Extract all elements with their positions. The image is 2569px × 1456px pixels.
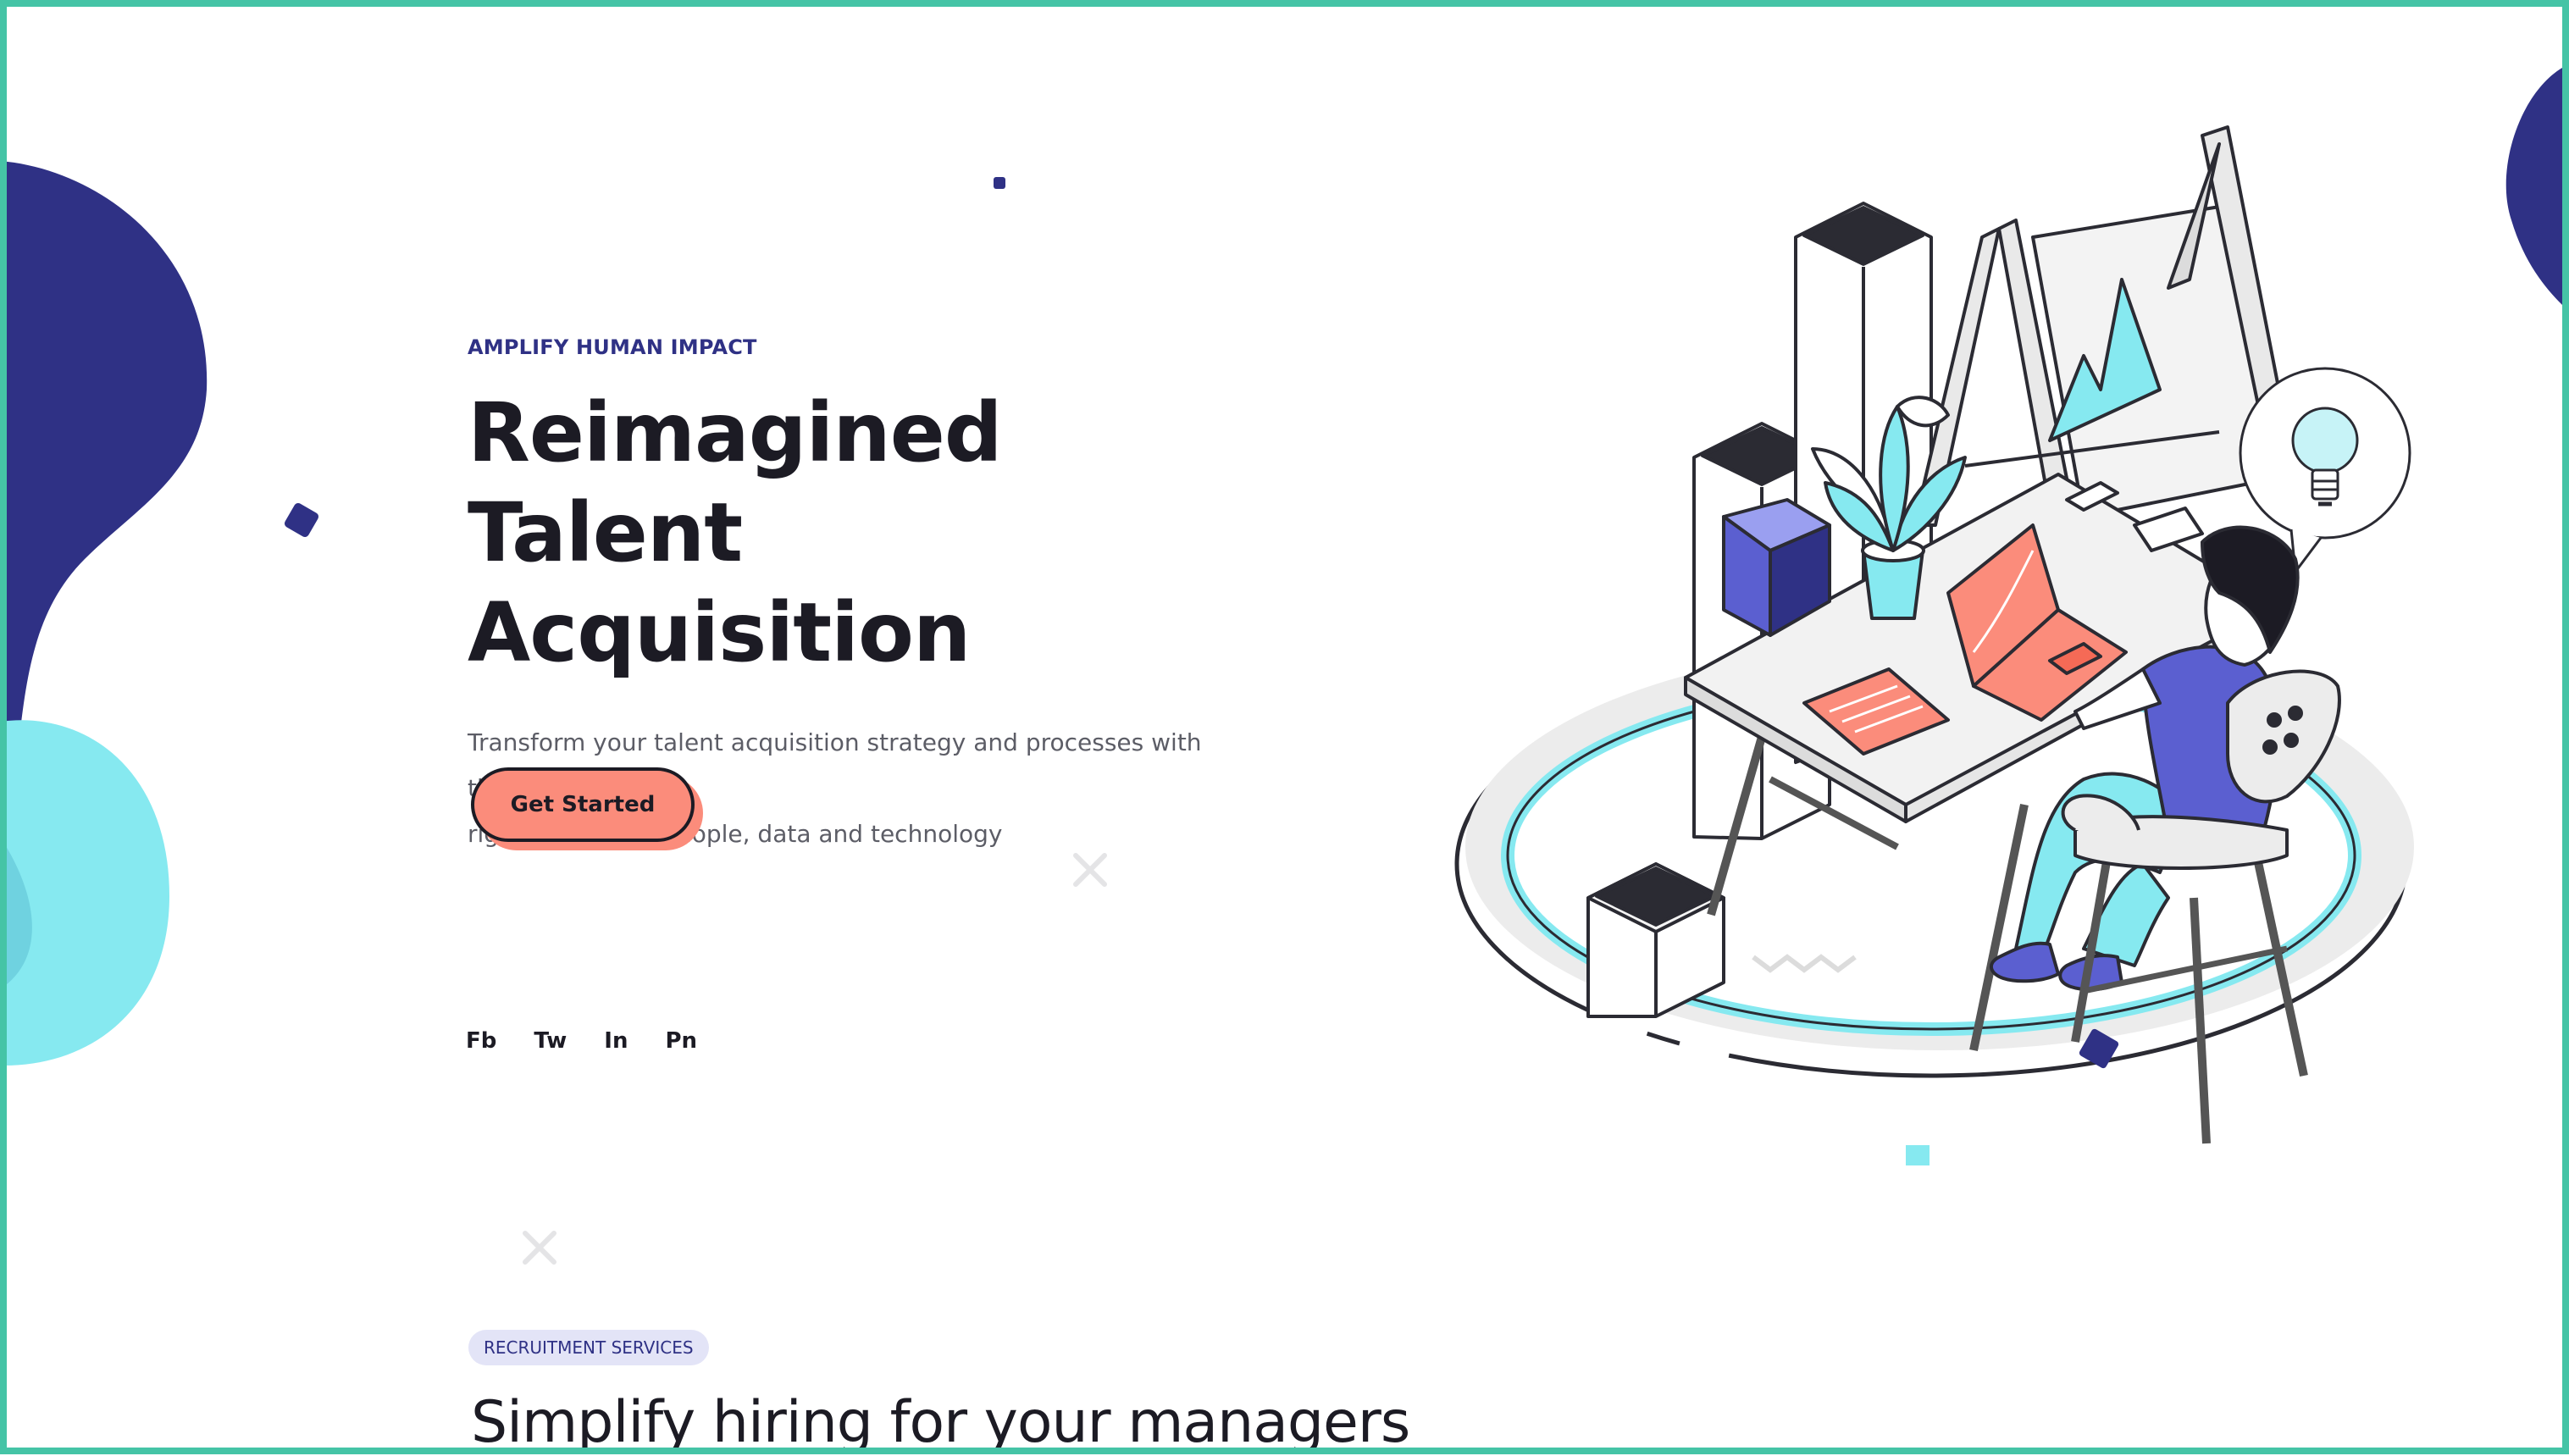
social-link-facebook[interactable]: Fb <box>466 1028 496 1054</box>
dot-decor-icon <box>994 177 1005 189</box>
left-navy-blob <box>0 161 208 762</box>
social-link-pinterest[interactable]: Pn <box>665 1028 697 1054</box>
diamond-decor-icon <box>284 502 319 538</box>
left-cyan-blob <box>0 720 169 1066</box>
get-started-button[interactable]: Get Started <box>471 767 695 842</box>
whiteboard-easel <box>1913 125 2297 527</box>
hero-title: Reimagined Talent Acquisition <box>468 383 1264 683</box>
services-heading: Simplify hiring for your managers <box>471 1389 1410 1456</box>
social-link-linkedin[interactable]: In <box>604 1028 628 1054</box>
hero-title-line-2: Acquisition <box>468 585 971 680</box>
hero-illustration <box>1454 125 2414 1165</box>
services-tag: RECRUITMENT SERVICES <box>468 1330 709 1365</box>
right-navy-blob <box>2505 68 2562 305</box>
social-links: Fb Tw In Pn <box>466 1028 697 1054</box>
social-link-twitter[interactable]: Tw <box>534 1028 567 1054</box>
hero-title-line-1: Reimagined Talent <box>468 385 1003 580</box>
hero-eyebrow: AMPLIFY HUMAN IMPACT <box>468 335 757 359</box>
cross-decor-icon <box>523 1231 556 1265</box>
